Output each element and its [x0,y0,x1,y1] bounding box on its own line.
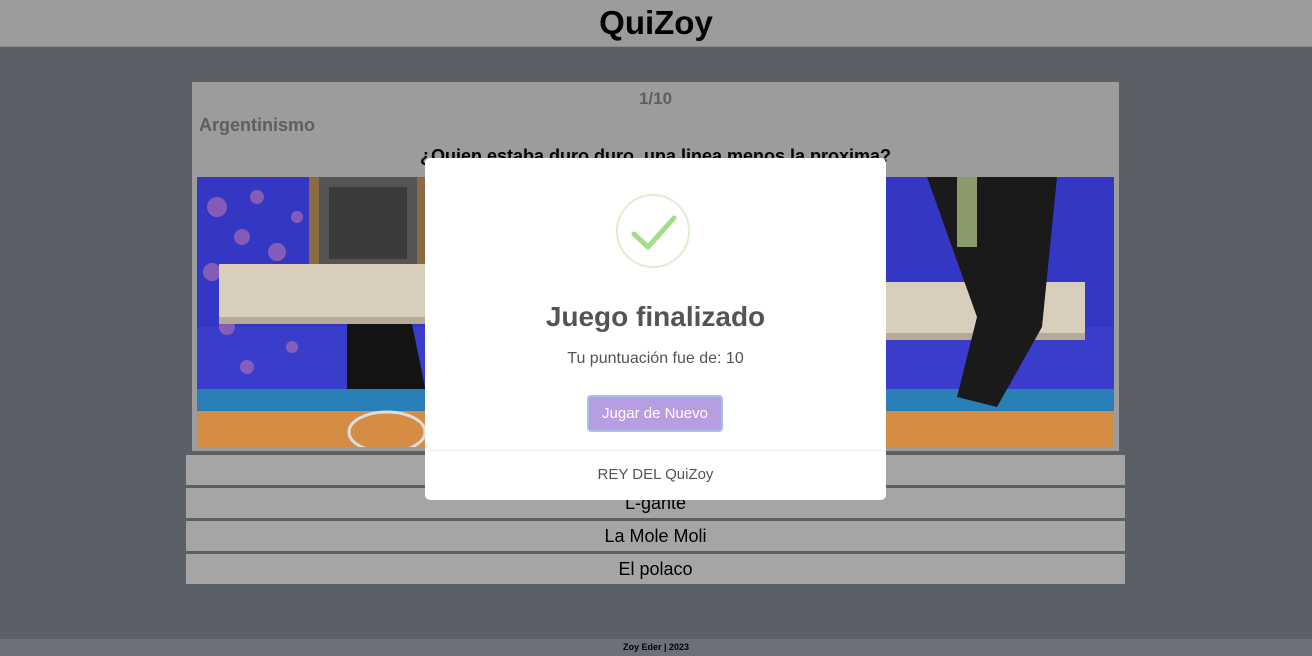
footer-text: Zoy Eder | 2023 [622,642,690,652]
play-again-button[interactable]: Jugar de Nuevo [587,395,723,432]
modal-divider [425,450,886,451]
score-text: Tu puntuación fue de: 10 [567,350,744,367]
modal-footer-text: REY DEL QuiZoy [597,466,714,483]
page-footer: Zoy Eder | 2023 [0,639,1312,656]
modal-title: Juego finalizado [545,301,766,332]
game-over-modal: Juego finalizado Tu puntuación fue de: 1… [425,158,886,500]
success-check-icon [616,194,690,268]
